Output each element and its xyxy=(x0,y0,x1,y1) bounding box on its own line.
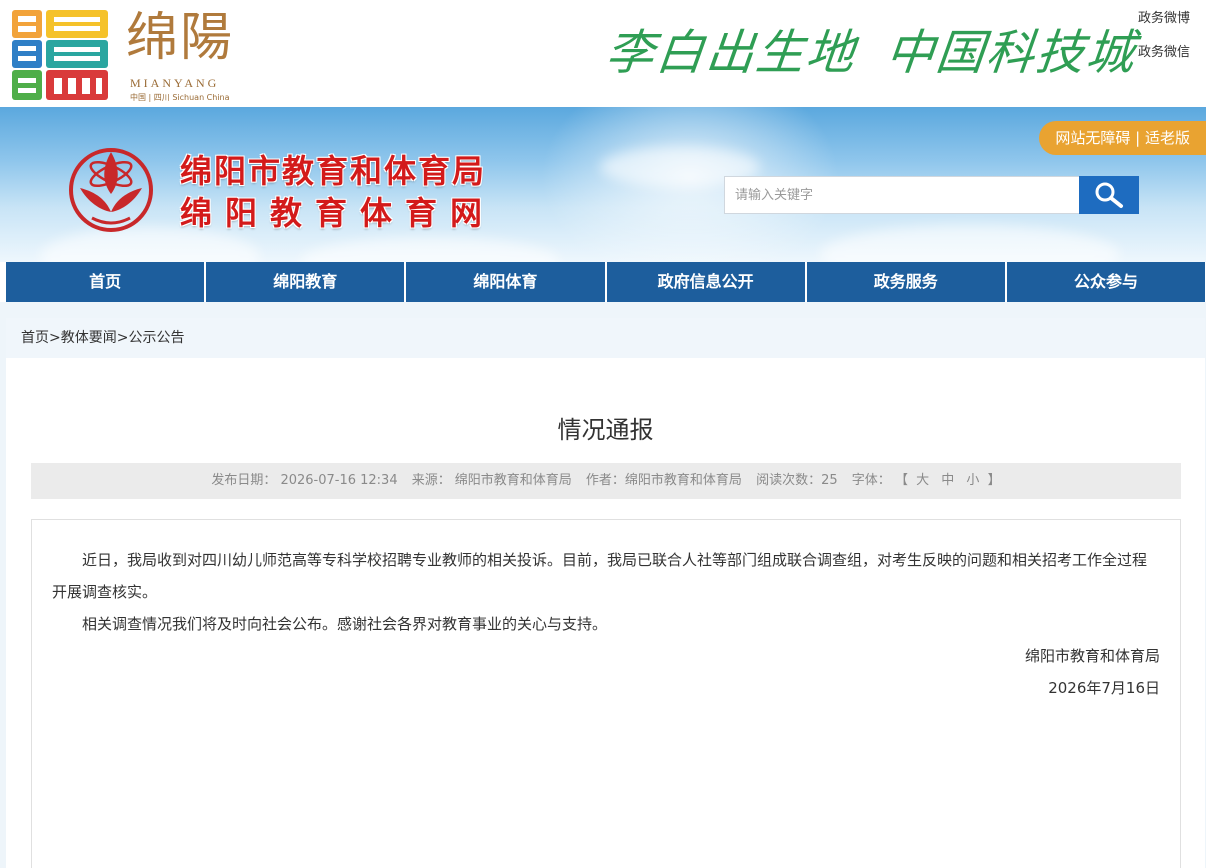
city-subtitle: 中国 | 四川 Sichuan China xyxy=(130,93,230,102)
nav-item-public-participation[interactable]: 公众参与 xyxy=(1007,262,1205,302)
nav-item-education[interactable]: 绵阳教育 xyxy=(206,262,407,302)
article-meta: 发布日期： 2026-07-16 12:34 来源： 绵阳市教育和体育局 作者：绵阳… xyxy=(31,463,1181,499)
breadcrumb-separator: > xyxy=(116,330,129,346)
nav-item-sports[interactable]: 绵阳体育 xyxy=(406,262,607,302)
city-slogan: 李白出生地 中国科技城 xyxy=(602,14,1140,94)
publish-date-label: 发布日期： xyxy=(211,473,277,488)
city-name-en: MIANYANG xyxy=(130,76,220,90)
slogan-part-2: 中国科技城 xyxy=(883,25,1140,81)
wechat-link[interactable]: 政务微信 xyxy=(1138,44,1190,61)
author-label: 作者： xyxy=(585,473,625,488)
bureau-title: 绵阳市教育和体育局 绵阳教育体育网 xyxy=(180,151,495,235)
breadcrumb: 首页>教体要闻>公示公告 xyxy=(6,318,1205,358)
view-count-value: 25 xyxy=(821,473,838,488)
social-links: 政务微博 政务微信 xyxy=(1138,10,1190,78)
city-wordmark: 绵陽 MIANYANG 中国 | 四川 Sichuan China xyxy=(126,6,256,102)
main-nav: 首页 绵阳教育 绵阳体育 政府信息公开 政务服务 公众参与 xyxy=(6,262,1205,302)
source-label: 来源： xyxy=(411,473,451,488)
font-size-medium[interactable]: 中 xyxy=(941,473,954,488)
view-count: 阅读次数：25 xyxy=(756,473,838,488)
breadcrumb-news[interactable]: 教体要闻 xyxy=(61,330,117,346)
nav-item-home[interactable]: 首页 xyxy=(6,262,207,302)
banner-cloud xyxy=(300,237,560,262)
slogan-part-1: 李白出生地 xyxy=(603,25,860,81)
city-name-cn: 绵陽 xyxy=(126,8,235,68)
author: 作者：绵阳市教育和体育局 xyxy=(586,473,742,488)
banner-cloud xyxy=(820,225,1120,262)
signature-date: 2026年7月16日 xyxy=(1048,679,1160,697)
article-title: 情况通报 xyxy=(557,416,654,444)
source-value: 绵阳市教育和体育局 xyxy=(454,473,572,488)
mianyang-city-logo xyxy=(12,10,108,100)
article-body: 近日，我局收到对四川幼儿师范高等专科学校招聘专业教师的相关投诉。目前，我局已联合… xyxy=(31,519,1181,868)
search-icon xyxy=(1095,182,1123,208)
publish-date: 发布日期： 2026-07-16 12:34 xyxy=(211,473,397,488)
accessibility-button[interactable]: 网站无障碍 | 适老版 xyxy=(1039,121,1206,155)
font-size-small[interactable]: 小 xyxy=(966,473,979,488)
breadcrumb-separator: > xyxy=(49,330,61,346)
view-count-label: 阅读次数： xyxy=(756,473,822,488)
font-size-large[interactable]: 大 xyxy=(916,473,929,488)
signature-org: 绵阳市教育和体育局 xyxy=(1024,647,1160,665)
weibo-link[interactable]: 政务微博 xyxy=(1138,10,1190,27)
search-box xyxy=(724,176,1139,214)
article-paragraph: 近日，我局收到对四川幼儿师范高等专科学校招聘专业教师的相关投诉。目前，我局已联合… xyxy=(52,551,1148,601)
bureau-title-line2: 绵阳教育体育网 xyxy=(180,194,496,232)
font-size-bracket-close: 】 xyxy=(987,473,1001,488)
bureau-title-line1: 绵阳市教育和体育局 xyxy=(180,152,487,190)
site-banner: 绵阳市教育和体育局 绵阳教育体育网 网站无障碍 | 适老版 xyxy=(0,107,1206,262)
publish-date-value: 2026-07-16 12:34 xyxy=(280,473,398,488)
font-size-control: 字体： 【 大 中 小 】 xyxy=(852,473,1001,488)
bureau-emblem-icon xyxy=(69,148,153,232)
breadcrumb-home[interactable]: 首页 xyxy=(21,330,49,346)
nav-item-gov-services[interactable]: 政务服务 xyxy=(807,262,1007,302)
search-input[interactable] xyxy=(724,176,1079,214)
author-value: 绵阳市教育和体育局 xyxy=(624,473,742,488)
top-header: 绵陽 MIANYANG 中国 | 四川 Sichuan China 李白出生地中… xyxy=(0,0,1206,107)
font-size-label: 字体： xyxy=(851,473,891,488)
font-size-bracket-open: 【 xyxy=(894,473,908,488)
nav-item-gov-info[interactable]: 政府信息公开 xyxy=(607,262,807,302)
source: 来源： 绵阳市教育和体育局 xyxy=(412,473,572,488)
breadcrumb-notices[interactable]: 公示公告 xyxy=(128,330,184,346)
article-paragraph: 相关调查情况我们将及时向社会公布。感谢社会各界对教育事业的关心与支持。 xyxy=(82,615,608,633)
search-button[interactable] xyxy=(1079,176,1139,214)
